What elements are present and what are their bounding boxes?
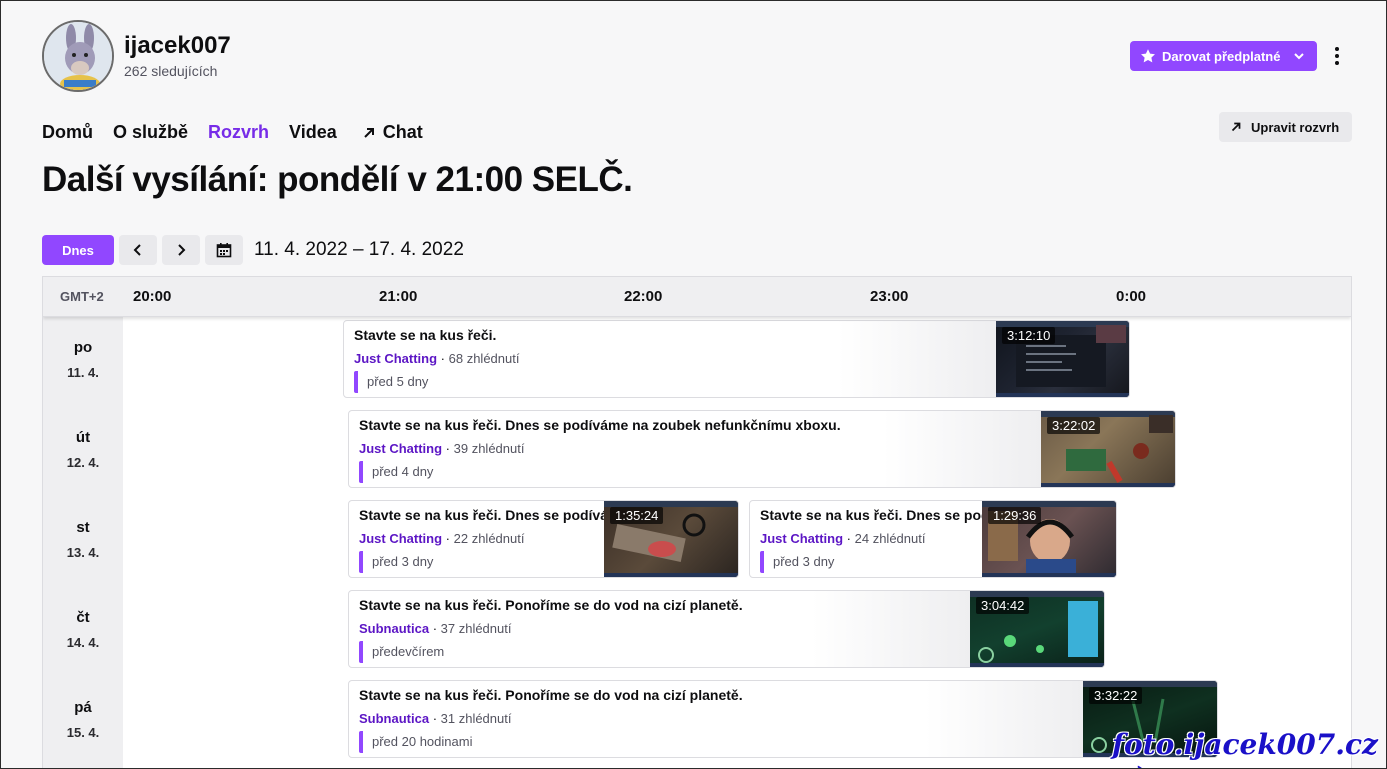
hour-label: 21:00	[379, 288, 418, 305]
stream-title: Stavte se na kus řeči. Dnes se podíváme …	[359, 417, 841, 433]
day-column: po 11. 4. út 12. 4. st 13. 4. čt 14. 4. pá 15…	[43, 317, 123, 769]
view-count: 39 zhlédnutí	[453, 441, 525, 456]
game-link[interactable]: Just Chatting	[760, 531, 843, 546]
stream-thumbnail[interactable]: 3:22:02	[1041, 411, 1175, 487]
star-icon	[1141, 49, 1155, 63]
tab-about[interactable]: O službě	[113, 122, 188, 143]
tab-chat-label: Chat	[382, 122, 423, 142]
stream-age: před 20 hodinami	[359, 731, 472, 753]
more-options-button[interactable]	[1326, 44, 1348, 68]
previous-week-button[interactable]	[119, 235, 157, 265]
game-link[interactable]: Just Chatting	[354, 351, 437, 366]
stream-title: Stavte se na kus řeči.	[354, 327, 497, 343]
stream-card[interactable]: Stavte se na kus řeči. Dnes se podíváme …	[348, 500, 739, 578]
chevron-right-icon	[178, 244, 186, 256]
timezone-label: GMT+2	[60, 289, 104, 304]
view-count: 68 zhlédnutí	[448, 351, 520, 366]
photo-watermark: foto.ijacek007.cz :-)	[1112, 728, 1378, 769]
follower-count: 262 sledujících	[124, 63, 218, 79]
channel-nav: Domů O službě Rozvrh Videa Chat	[42, 122, 443, 143]
chevron-down-icon	[1294, 53, 1305, 60]
hour-label: 0:00	[1116, 288, 1147, 305]
duration-badge: 3:32:22	[1089, 687, 1143, 704]
stream-card[interactable]: Stavte se na kus řeči. Ponoříme se do vo…	[348, 680, 1218, 758]
stream-thumbnail[interactable]: 3:04:42	[970, 591, 1104, 667]
chevron-left-icon	[133, 244, 141, 256]
next-week-button[interactable]	[162, 235, 200, 265]
duration-badge: 3:12:10	[1002, 327, 1056, 344]
day-label: st 13. 4.	[66, 519, 100, 560]
game-link[interactable]: Subnautica	[359, 711, 429, 726]
stream-title: Stavte se na kus řeči. Ponoříme se do vo…	[359, 597, 743, 613]
game-link[interactable]: Just Chatting	[359, 531, 442, 546]
tab-chat[interactable]: Chat	[361, 122, 423, 143]
today-button[interactable]: Dnes	[42, 235, 114, 265]
edit-schedule-label: Upravit rozvrh	[1251, 119, 1340, 135]
channel-avatar[interactable]	[42, 20, 114, 92]
calendar-icon	[216, 243, 232, 258]
gift-subscription-button[interactable]: Darovat předplatné	[1130, 41, 1317, 71]
stream-card[interactable]: Stavte se na kus řeči. Dnes se podíváme …	[348, 410, 1176, 488]
day-label: čt 14. 4.	[66, 609, 100, 650]
next-stream-headline: Další vysílání: pondělí v 21:00 SELČ.	[42, 160, 633, 199]
stream-age: předevčírem	[359, 641, 444, 663]
game-link[interactable]: Subnautica	[359, 621, 429, 636]
stream-title: Stavte se na kus řeči. Ponoříme se do vo…	[359, 687, 743, 703]
stream-age: před 3 dny	[760, 551, 834, 573]
external-arrow-icon	[364, 127, 374, 138]
channel-name[interactable]: ijacek007	[124, 32, 231, 60]
duration-badge: 1:29:36	[988, 507, 1042, 524]
view-count: 37 zhlédnutí	[440, 621, 512, 636]
stream-age: před 4 dny	[359, 461, 433, 483]
date-range: 11. 4. 2022 – 17. 4. 2022	[254, 239, 464, 260]
day-label: út 12. 4.	[66, 429, 100, 470]
calendar-button[interactable]	[205, 235, 243, 265]
tab-home[interactable]: Domů	[42, 122, 93, 143]
stream-card[interactable]: Stavte se na kus řeči. Ponoříme se do vo…	[348, 590, 1105, 668]
stream-thumbnail[interactable]: 1:35:24	[604, 501, 738, 577]
edit-schedule-button[interactable]: Upravit rozvrh	[1219, 112, 1352, 142]
day-label: pá 15. 4.	[66, 699, 100, 740]
view-count: 24 zhlédnutí	[854, 531, 926, 546]
duration-badge: 3:22:02	[1047, 417, 1101, 434]
stream-card[interactable]: Stavte se na kus řeči. Dnes se podíváme …	[749, 500, 1117, 578]
hour-label: 22:00	[624, 288, 663, 305]
stream-title: Stavte se na kus řeči. Dnes se podíváme	[359, 507, 629, 523]
time-axis: GMT+2 20:00 21:00 22:00 23:00 0:00	[43, 277, 1351, 317]
stream-thumbnail[interactable]: 3:12:10	[996, 321, 1129, 397]
tab-schedule[interactable]: Rozvrh	[208, 122, 269, 143]
hour-label: 20:00	[133, 288, 172, 305]
gift-subscription-label: Darovat předplatné	[1162, 48, 1281, 64]
view-count: 22 zhlédnutí	[453, 531, 525, 546]
stream-age: před 3 dny	[359, 551, 433, 573]
stream-age: před 5 dny	[354, 371, 428, 393]
stream-thumbnail[interactable]: 1:29:36	[982, 501, 1116, 577]
schedule-grid: GMT+2 20:00 21:00 22:00 23:00 0:00 po 11.…	[42, 276, 1352, 769]
hour-label: 23:00	[870, 288, 909, 305]
external-arrow-icon	[1231, 122, 1241, 132]
game-link[interactable]: Just Chatting	[359, 441, 442, 456]
view-count: 31 zhlédnutí	[440, 711, 512, 726]
duration-badge: 1:35:24	[610, 507, 664, 524]
day-label: po 11. 4.	[67, 339, 99, 380]
duration-badge: 3:04:42	[976, 597, 1030, 614]
stream-card[interactable]: Stavte se na kus řeči. Just Chatting · 6…	[343, 320, 1130, 398]
tab-videos[interactable]: Videa	[289, 122, 337, 143]
